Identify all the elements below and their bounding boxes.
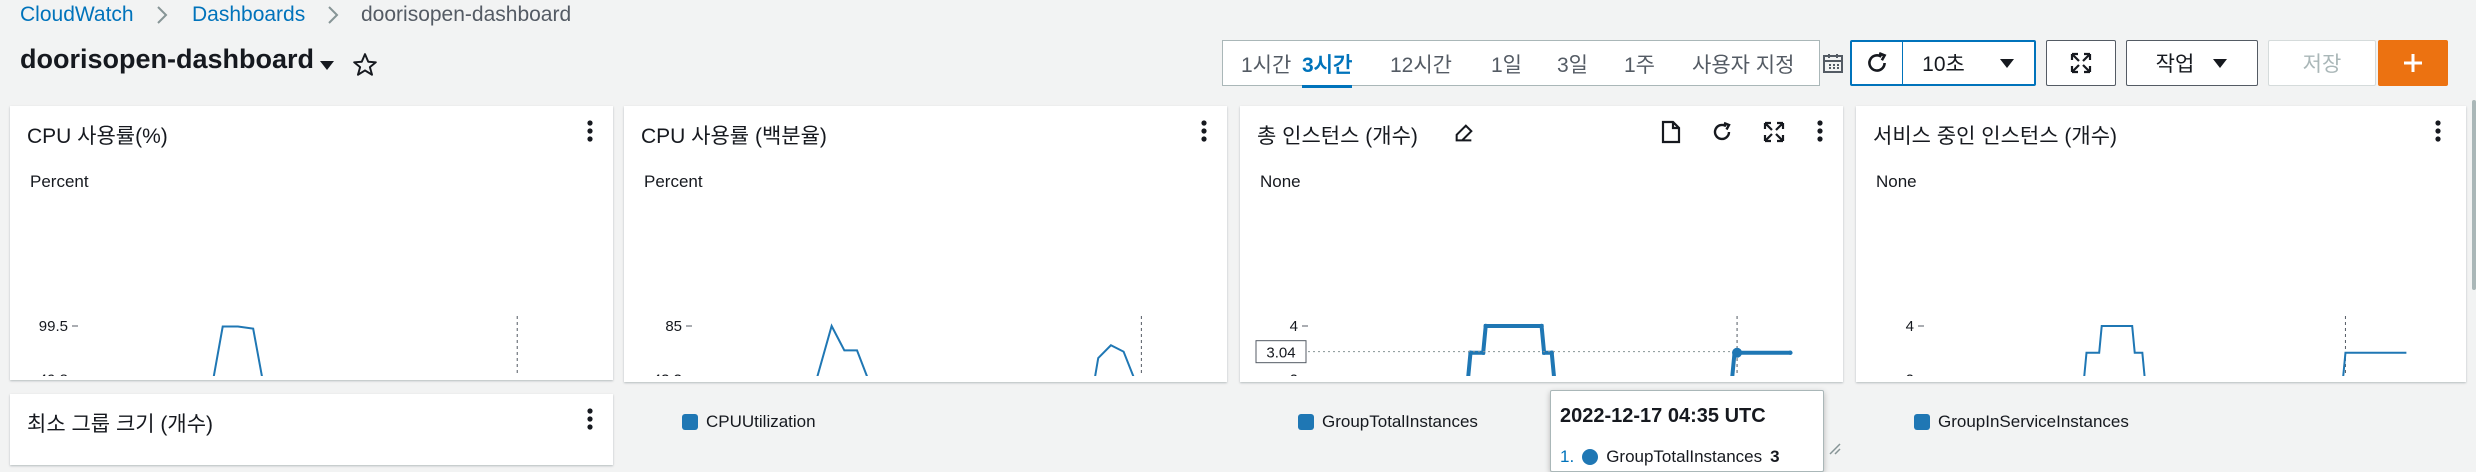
chart-tooltip: 2022-12-17 04:35 UTC 1. GroupTotalInstan… [1550,390,1824,472]
refresh-group: 10초 [1850,40,2036,86]
breadcrumb-dashboards[interactable]: Dashboards [192,3,305,27]
more-options-icon[interactable] [586,119,594,143]
widget-cpu-pct: CPU 사용률(%) Percent 049.899.502:0003:0004… [10,106,613,380]
y-tick-label: 2 [1906,372,1914,377]
more-options-icon[interactable] [1200,119,1208,143]
fullscreen-icon [2070,52,2092,74]
legend-label: GroupTotalInstances [1322,412,1478,431]
legend-item[interactable]: CPUUtilization [682,412,816,432]
time-range-1h[interactable]: 1시간 [1241,49,1291,79]
tooltip-index: 1. [1560,447,1575,466]
widget-title: 총 인스턴스 (개수) [1257,125,1418,148]
y-axis-unit: Percent [30,172,89,191]
tooltip-series-row: 1. GroupTotalInstances 3 [1560,447,1780,467]
time-range-1w[interactable]: 1주 [1624,49,1655,79]
legend-label: GroupInServiceInstances [1938,412,2129,431]
legend-swatch [1914,414,1930,430]
more-options-icon[interactable] [2434,119,2442,143]
widget-title: 최소 그룹 크기 (개수) [27,413,214,436]
widget-title: CPU 사용률 (백분율) [641,125,827,148]
plus-icon [2404,54,2422,72]
caret-down-icon[interactable] [318,58,336,72]
save-label: 저장 [2302,53,2342,76]
series-line [816,323,1135,376]
caret-down-icon [1999,59,2014,68]
tooltip-value: 3 [1770,447,1780,466]
widget-title: 서비스 중인 인스턴스 (개수) [1873,125,2118,148]
calendar-icon[interactable] [1822,52,1844,74]
y-tick-label: 2 [1290,372,1298,377]
data-point [1788,350,1793,355]
breadcrumb-cloudwatch[interactable]: CloudWatch [20,3,134,27]
refresh-icon [1868,52,1887,72]
time-range-custom[interactable]: 사용자 지정 [1692,49,1794,79]
actions-label: 작업 [2155,53,2195,76]
more-options-icon[interactable] [586,407,594,431]
series-line [2083,325,2407,376]
scrollbar[interactable] [2472,100,2476,290]
time-range-selector: 1시간 3시간 12시간 1일 3일 1주 사용자 지정 [1222,40,1820,88]
resize-handle-icon[interactable] [1826,440,1842,456]
y-tick-label: 4 [1906,318,1914,335]
fullscreen-button[interactable] [2046,40,2116,86]
breadcrumb-current: doorisopen-dashboard [361,3,572,26]
y-tick-label: 43.3 [653,372,682,377]
data-point [1539,323,1544,329]
chevron-right-icon [157,6,168,24]
data-point [1483,323,1488,329]
time-range-3h[interactable]: 3시간 [1302,49,1353,88]
y-tick-label: 99.5 [39,318,68,335]
y-tick-label: 4 [1290,318,1298,335]
more-options-icon[interactable] [1816,119,1824,143]
refresh-button[interactable] [1852,42,1903,84]
legend-swatch [1298,414,1314,430]
widget-total-instances: 총 인스턴스 (개수) None 02402:0003:0004:003.041… [1240,106,1843,431]
legend-label: CPUUtilization [706,412,816,431]
widget-min-group-size: 최소 그룹 크기 (개수) [10,394,613,465]
save-button[interactable]: 저장 [2268,40,2376,86]
time-range-3d[interactable]: 3일 [1557,49,1588,79]
series-line [212,325,263,376]
in-service-chart[interactable]: 02402:0003:0004:00 [1856,206,2466,376]
tooltip-time: 2022-12-17 04:35 UTC [1560,405,1766,427]
widget-title: CPU 사용률(%) [27,125,168,148]
star-icon[interactable] [352,52,378,78]
cpu-pct-chart[interactable]: 049.899.502:0003:0004:00 [10,206,613,376]
chevron-right-icon [328,6,339,24]
time-range-12h[interactable]: 12시간 [1390,49,1452,79]
widget-cpu-ratio: CPU 사용률 (백분율) Percent 1.643.38502:0003:0… [624,106,1227,431]
caret-down-icon [2213,59,2228,68]
tooltip-swatch [1582,449,1599,465]
tooltip-series: GroupTotalInstances [1606,447,1763,466]
legend-item[interactable]: GroupInServiceInstances [1914,412,2129,432]
legend-item[interactable]: GroupTotalInstances [1298,412,1478,432]
y-axis-unit: None [1876,172,1917,191]
series-line [1466,324,1791,376]
y-tick-label: 85 [665,318,682,335]
y-axis-unit: None [1260,172,1301,191]
page-title: doorisopen-dashboard [20,44,315,74]
widget-in-service-instances: 서비스 중인 인스턴스 (개수) None 02402:0003:0004:00… [1856,106,2466,431]
cpu-ratio-chart[interactable]: 1.643.38502:0003:0004:00 [624,206,1227,376]
time-range-1d[interactable]: 1일 [1491,49,1522,79]
y-tick-label: 49.8 [39,371,68,376]
file-icon[interactable] [1660,120,1682,144]
refresh-interval-dropdown[interactable]: 10초 [1903,48,2034,78]
add-widget-button[interactable] [2378,40,2448,86]
legend-swatch [682,414,698,430]
crosshair-value-label: 3.04 [1266,345,1295,362]
crosshair-marker [1732,347,1743,358]
fullscreen-icon[interactable] [1762,120,1786,144]
refresh-icon[interactable] [1710,120,1734,144]
edit-icon[interactable] [1453,122,1475,144]
refresh-interval-value: 10초 [1922,53,1965,76]
y-axis-unit: Percent [644,172,703,191]
total-instances-chart[interactable]: 02402:0003:0004:003.0412-17 04:34 [1240,206,1843,376]
actions-dropdown[interactable]: 작업 [2126,40,2258,86]
